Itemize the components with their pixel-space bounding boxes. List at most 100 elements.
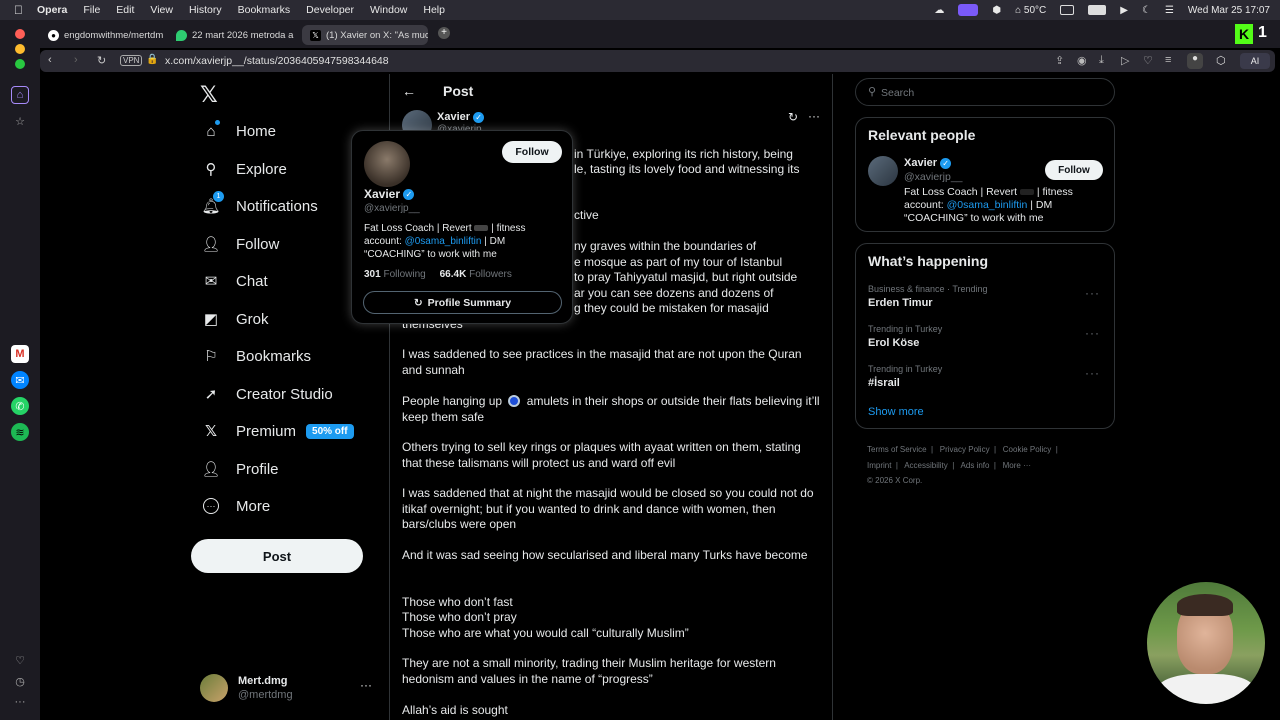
followers-stat[interactable]: 66.4K Followers: [440, 269, 512, 280]
account-icon[interactable]: ●: [1187, 53, 1203, 69]
back-arrow-icon[interactable]: ←: [402, 83, 416, 99]
bio-mention-link[interactable]: @0sama_binliftin: [405, 236, 482, 247]
footer-link-accessibility[interactable]: Accessibility: [904, 461, 948, 470]
following-stat[interactable]: 301 Following: [364, 269, 426, 280]
cube-icon[interactable]: ⬡: [1216, 54, 1226, 67]
search-box[interactable]: ⚲ Search: [855, 78, 1115, 106]
nav-grok[interactable]: ◩ Grok: [200, 304, 269, 334]
whatsapp-icon[interactable]: ✆: [11, 397, 29, 415]
menu-bookmarks[interactable]: Bookmarks: [238, 4, 291, 16]
hovercard-follow-button[interactable]: Follow: [502, 141, 562, 163]
camera-icon[interactable]: ◉: [1077, 54, 1087, 67]
menubar-clock[interactable]: Wed Mar 25 17:07: [1188, 5, 1270, 16]
new-tab-button[interactable]: +: [438, 27, 450, 39]
footer-link-more[interactable]: More ···: [1003, 461, 1031, 470]
messenger-icon[interactable]: ✉: [11, 371, 29, 389]
menu-file[interactable]: File: [83, 4, 100, 16]
post-button[interactable]: Post: [191, 539, 363, 573]
battery-icon[interactable]: [1088, 5, 1107, 15]
show-more-link[interactable]: Show more: [868, 406, 924, 418]
screen-record-icon[interactable]: [958, 4, 979, 16]
more-rail-icon[interactable]: ···: [11, 693, 29, 711]
more-icon[interactable]: ···: [360, 678, 372, 692]
author-name[interactable]: Xavier ✓: [437, 111, 485, 123]
close-window-button[interactable]: [15, 29, 25, 39]
relevant-handle[interactable]: @xavierjp__: [904, 171, 963, 183]
trend-item[interactable]: Trending in Turkey Erol Köse: [868, 324, 1104, 349]
zoom-window-button[interactable]: [15, 59, 25, 69]
gmail-icon[interactable]: M: [11, 345, 29, 363]
heart-icon[interactable]: ♡: [1143, 54, 1153, 67]
profile-summary-button[interactable]: ↻ Profile Summary: [363, 291, 562, 314]
menu-edit[interactable]: Edit: [116, 4, 134, 16]
trend-item[interactable]: Trending in Turkey #İsrail: [868, 364, 1104, 389]
hovercard-name[interactable]: Xavier ✓: [364, 187, 415, 201]
keyboard-icon[interactable]: [1060, 5, 1075, 15]
nav-home[interactable]: ⌂ Home: [200, 116, 276, 146]
apple-icon[interactable]: : [14, 3, 23, 17]
kick-extension-icon[interactable]: K: [1235, 24, 1253, 44]
menu-help[interactable]: Help: [423, 4, 445, 16]
nav-bookmarks[interactable]: ⚐ Bookmarks: [200, 341, 311, 371]
nav-explore[interactable]: ⚲ Explore: [200, 154, 287, 184]
back-icon[interactable]: ‹: [48, 54, 52, 66]
download-icon[interactable]: ⤓: [1099, 54, 1104, 67]
search-input[interactable]: Search: [881, 87, 914, 99]
tab-github[interactable]: ● engdomwithme/mertdm: [40, 25, 164, 45]
bio-mention-link[interactable]: @0sama_binliftin: [947, 199, 1028, 211]
nav-premium[interactable]: 𝕏 Premium 50% off: [200, 416, 354, 446]
nav-creator-studio[interactable]: ➚ Creator Studio: [200, 379, 333, 409]
spotify-icon[interactable]: ≋: [11, 423, 29, 441]
nav-notifications[interactable]: 🔔︎ 1 Notifications: [200, 191, 318, 221]
control-center-icon[interactable]: ☰: [1165, 5, 1174, 16]
trend-more-icon[interactable]: ···: [1085, 286, 1100, 300]
nav-chat[interactable]: ✉ Chat: [200, 266, 268, 296]
nav-more[interactable]: ··· More: [200, 491, 270, 521]
history-rail-icon[interactable]: ◷: [11, 672, 29, 690]
post-more-icon[interactable]: ···: [808, 109, 820, 123]
cloud-icon[interactable]: ☁: [934, 5, 944, 16]
home-rail-icon[interactable]: ⌂: [11, 86, 29, 104]
relevant-name[interactable]: Xavier ✓: [904, 157, 952, 169]
menu-icon[interactable]: ≡: [1165, 54, 1171, 66]
cpu-temperature[interactable]: ⌂ 50°C: [1015, 5, 1046, 16]
trend-more-icon[interactable]: ···: [1085, 326, 1100, 340]
footer-link-ads-info[interactable]: Ads info: [961, 461, 990, 470]
footer-link-privacy[interactable]: Privacy Policy: [940, 445, 990, 454]
vpn-badge[interactable]: VPN: [120, 55, 143, 66]
footer-link-imprint[interactable]: Imprint: [867, 461, 891, 470]
tab-x-post[interactable]: 𝕏 (1) Xavier on X: "As muc: [302, 25, 428, 45]
account-switcher[interactable]: Mert.dmg @mertdmg ···: [200, 672, 380, 704]
x-logo-icon[interactable]: 𝕏: [200, 82, 218, 108]
menu-window[interactable]: Window: [370, 4, 407, 16]
reload-icon[interactable]: ↻: [97, 54, 106, 67]
hovercard-avatar[interactable]: [364, 141, 410, 187]
forward-icon[interactable]: ›: [74, 54, 78, 66]
nav-profile[interactable]: 👤︎ Profile: [200, 454, 278, 484]
minimize-window-button[interactable]: [15, 44, 25, 54]
menubar-app-name[interactable]: Opera: [37, 4, 67, 16]
grok-summary-icon[interactable]: ↻: [788, 110, 798, 124]
trend-item[interactable]: Business & finance · Trending Erden Timu…: [868, 284, 1104, 309]
star-rail-icon[interactable]: ☆: [11, 112, 29, 130]
relevant-follow-button[interactable]: Follow: [1045, 160, 1103, 180]
hovercard-handle[interactable]: @xavierjp__: [364, 203, 420, 214]
menu-history[interactable]: History: [189, 4, 222, 16]
tab-metro[interactable]: 22 mart 2026 metroda a: [168, 25, 298, 45]
share-icon[interactable]: ⇪: [1055, 54, 1064, 67]
extension-icon[interactable]: ⬢: [992, 5, 1001, 16]
heart-rail-icon[interactable]: ♡: [11, 651, 29, 669]
relevant-avatar[interactable]: [868, 156, 898, 186]
ai-button[interactable]: AI: [1240, 53, 1270, 69]
footer-link-terms[interactable]: Terms of Service: [867, 445, 927, 454]
footer-link-cookies[interactable]: Cookie Policy: [1003, 445, 1051, 454]
menu-view[interactable]: View: [150, 4, 173, 16]
trend-more-icon[interactable]: ···: [1085, 366, 1100, 380]
nav-follow[interactable]: 👤︎ Follow: [200, 229, 279, 259]
send-icon[interactable]: ▷: [1121, 54, 1129, 67]
profile-indicator-icon[interactable]: 1: [1258, 24, 1267, 42]
url-field[interactable]: x.com/xavierjp__/status/2036405947598344…: [165, 55, 389, 67]
play-icon[interactable]: ▶: [1120, 5, 1128, 16]
menu-developer[interactable]: Developer: [306, 4, 354, 16]
moon-icon[interactable]: ☾: [1142, 5, 1151, 16]
